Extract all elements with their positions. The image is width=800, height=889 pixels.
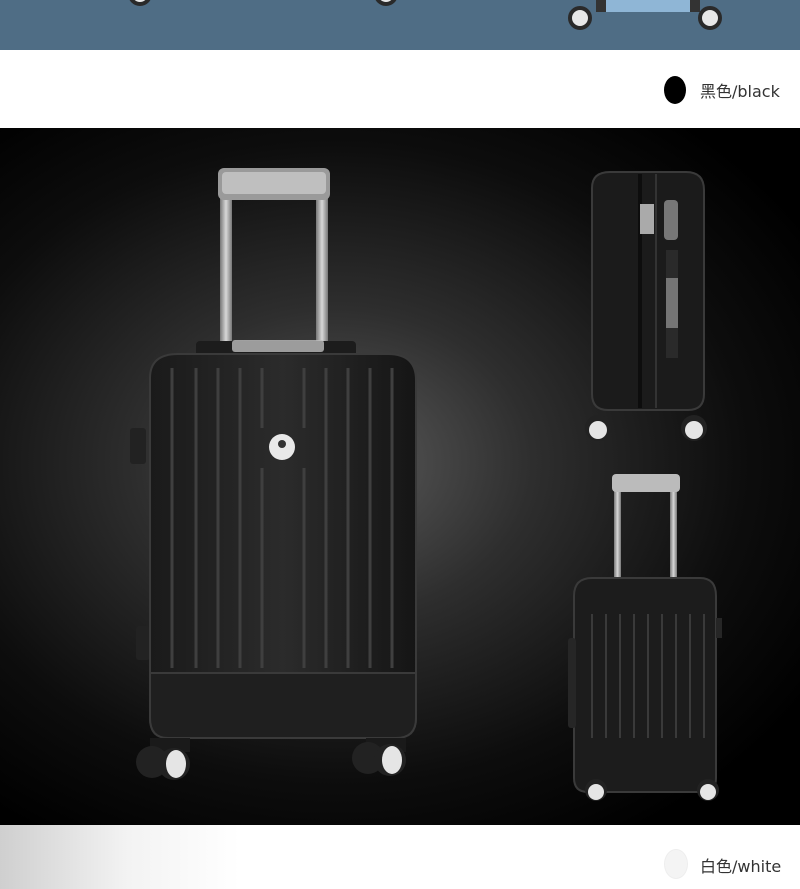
wheel-image <box>374 0 398 6</box>
wheel-image <box>128 0 152 6</box>
suitcase-front-view <box>130 168 417 780</box>
suitcase-side-view <box>585 171 707 441</box>
previous-variant-photo-strip <box>0 0 800 50</box>
blue-suitcase-bottom <box>596 0 700 12</box>
suitcase-back-view <box>568 474 722 801</box>
wheel-image <box>698 6 722 30</box>
wheel-image <box>568 6 592 30</box>
color-swatch-white <box>664 849 688 879</box>
color-option-black: 黑色/black <box>0 50 800 128</box>
color-label-black: 黑色/black <box>700 82 780 101</box>
color-swatch-black <box>664 76 686 104</box>
black-suitcase-image <box>130 168 722 801</box>
color-option-white: 白色/white <box>0 825 800 889</box>
color-label-white: 白色/white <box>700 857 782 876</box>
product-photo-black-suitcase <box>0 128 800 825</box>
